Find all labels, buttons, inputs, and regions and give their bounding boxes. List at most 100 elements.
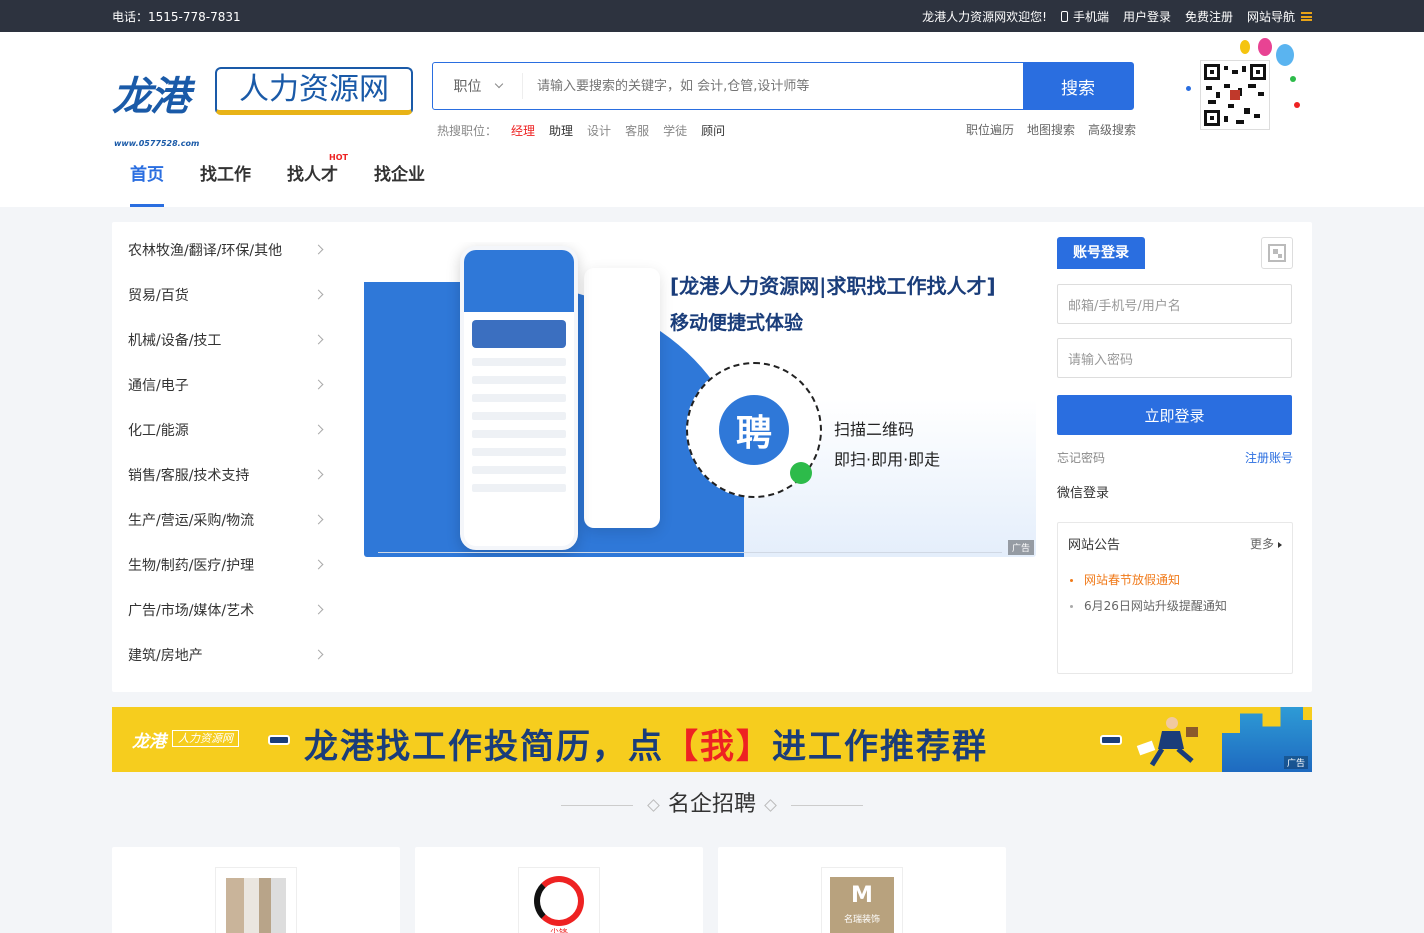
- logo-mark: 龙港: [112, 74, 190, 120]
- chevron-right-icon: [313, 604, 324, 615]
- account-login-tab[interactable]: 账号登录: [1057, 237, 1145, 269]
- chevron-right-icon: [313, 424, 324, 435]
- category-item[interactable]: 建筑/房地产: [128, 632, 328, 677]
- company-logo[interactable]: 尖锋: [518, 867, 600, 933]
- promo-text: 龙港找工作投简历，点【我】进工作推荐群: [304, 719, 988, 768]
- mobile-label: 手机端: [1072, 9, 1109, 24]
- banner-title: [龙港人力资源网|求职找工作找人才]: [670, 274, 996, 298]
- login-button[interactable]: 立即登录: [1057, 395, 1292, 435]
- register-account-link[interactable]: 注册账号: [1245, 449, 1293, 466]
- company-logo-text: 名瑞装饰: [843, 915, 880, 925]
- user-login-link[interactable]: 用户登录: [1123, 8, 1171, 25]
- category-item[interactable]: 农林牧渔/翻译/环保/其他: [128, 227, 328, 272]
- category-item[interactable]: 生产/营运/采购/物流: [128, 497, 328, 542]
- hero-banner[interactable]: [龙港人力资源网|求职找工作找人才] 移动便捷式体验 聘 扫描二维码 即扫·即用…: [364, 242, 1036, 557]
- login-meta: 忘记密码 注册账号: [1057, 449, 1293, 466]
- category-label: 销售/客服/技术支持: [128, 467, 250, 484]
- notice-more-link[interactable]: 更多: [1250, 535, 1282, 552]
- free-register-link[interactable]: 免费注册: [1185, 8, 1233, 25]
- advanced-search-link[interactable]: 高级搜索: [1088, 121, 1136, 138]
- category-item[interactable]: 化工/能源: [128, 407, 328, 452]
- mobile-phone-icon: [1060, 10, 1068, 22]
- promo-text-a: 龙港找工作投简历，点: [304, 727, 664, 767]
- search-type-select[interactable]: 职位: [433, 73, 523, 99]
- notice-item[interactable]: 6月26日网站升级提醒通知: [1058, 598, 1292, 615]
- search-button[interactable]: 搜索: [1023, 63, 1133, 109]
- wechat-login-link[interactable]: 微信登录: [1057, 482, 1293, 501]
- category-item[interactable]: 机械/设备/技工: [128, 317, 328, 362]
- search-type-value: 职位: [453, 79, 482, 95]
- company-card[interactable]: [112, 847, 400, 933]
- running-businessman-icon: [1136, 717, 1198, 767]
- hot-item[interactable]: 助理: [549, 122, 573, 139]
- company-card[interactable]: M 名瑞装饰: [718, 847, 1006, 933]
- promo-dash-left: [268, 735, 290, 745]
- notice-item[interactable]: 网站春节放假通知: [1058, 572, 1292, 589]
- main-nav: 首页 找工作 找人才 HOT 找企业: [130, 153, 425, 207]
- qr-code-icon: [1268, 244, 1286, 262]
- hot-badge: HOT: [329, 153, 348, 162]
- diamond-icon: [764, 798, 777, 812]
- nav-home[interactable]: 首页: [130, 160, 164, 207]
- category-item[interactable]: 生物/制药/医疗/护理: [128, 542, 328, 587]
- top-bar: 电话：1515-778-7831 龙港人力资源网欢迎您! 手机端 用户登录 免费…: [0, 0, 1424, 32]
- logo-url: www.0577528.com: [114, 139, 200, 148]
- company-card[interactable]: 尖锋: [415, 847, 703, 933]
- search-input[interactable]: [523, 63, 1023, 109]
- login-box: 账号登录 邮箱/手机号/用户名 请输入密码 立即登录 忘记密码 注册账号 微信登…: [1057, 237, 1293, 501]
- forgot-password-link[interactable]: 忘记密码: [1057, 449, 1105, 466]
- nav-find-company[interactable]: 找企业: [374, 160, 425, 207]
- hot-item[interactable]: 学徒: [663, 122, 687, 139]
- search-bar: 职位 搜索: [432, 62, 1134, 110]
- company-logo[interactable]: [215, 867, 297, 933]
- company-logo-text: 尖锋: [550, 926, 568, 933]
- hot-item[interactable]: 客服: [625, 122, 649, 139]
- category-label: 农林牧渔/翻译/环保/其他: [128, 242, 283, 259]
- category-label: 建筑/房地产: [128, 647, 203, 664]
- chevron-right-icon: [313, 334, 324, 345]
- banner-scan-text: 扫描二维码: [834, 420, 915, 439]
- hot-item[interactable]: 顾问: [701, 122, 725, 139]
- qr-login-toggle[interactable]: [1261, 237, 1293, 269]
- notice-more-label: 更多: [1249, 536, 1274, 551]
- nav-find-talent[interactable]: 找人才 HOT: [287, 153, 348, 207]
- hot-searches: 热搜职位： 经理 助理 设计 客服 学徒 顾问: [437, 122, 725, 139]
- promo-text-me: 【我】: [664, 727, 772, 767]
- mini-program-qr: 聘: [686, 362, 822, 498]
- category-label: 通信/电子: [128, 377, 189, 394]
- wechat-mini-program-icon: [790, 462, 812, 484]
- site-logo[interactable]: 龙港 人力资源网 www.0577528.com: [112, 64, 413, 154]
- chevron-right-icon: [313, 289, 324, 300]
- m-logo-icon: M 名瑞装饰: [830, 877, 894, 933]
- promo-logo-wordmark: 人力资源网: [172, 730, 239, 747]
- category-item[interactable]: 广告/市场/媒体/艺术: [128, 587, 328, 632]
- company-cards: 尖锋 M 名瑞装饰: [112, 847, 1006, 933]
- chevron-right-icon: [313, 244, 324, 255]
- phone-mockup-back: [584, 268, 660, 528]
- company-logo[interactable]: M 名瑞装饰: [821, 867, 903, 933]
- promo-banner[interactable]: 龙港 人力资源网 龙港找工作投简历，点【我】进工作推荐群 广告: [112, 707, 1312, 772]
- category-item[interactable]: 贸易/百货: [128, 272, 328, 317]
- mobile-link[interactable]: 手机端: [1060, 8, 1109, 25]
- qr-code-icon: [1204, 64, 1266, 126]
- category-item[interactable]: 销售/客服/技术支持: [128, 452, 328, 497]
- hot-item[interactable]: 设计: [587, 122, 611, 139]
- category-label: 贸易/百货: [128, 287, 189, 304]
- chevron-right-icon: [313, 469, 324, 480]
- password-input[interactable]: 请输入密码: [1057, 338, 1292, 378]
- category-label: 生产/营运/采购/物流: [128, 512, 255, 529]
- site-nav-link[interactable]: 网站导航: [1247, 8, 1312, 25]
- phone-mockup: [460, 246, 578, 550]
- chevron-right-icon: [313, 559, 324, 570]
- category-item[interactable]: 通信/电子: [128, 362, 328, 407]
- chevron-down-icon: [494, 79, 503, 89]
- hot-item[interactable]: 经理: [511, 122, 535, 139]
- promo-dash-right: [1100, 735, 1122, 745]
- map-search-link[interactable]: 地图搜索: [1027, 121, 1075, 138]
- ad-badge: 广告: [1283, 756, 1308, 769]
- job-browse-link[interactable]: 职位遍历: [966, 121, 1014, 138]
- warehouse-photo: [226, 878, 286, 933]
- category-label: 化工/能源: [128, 422, 189, 439]
- username-input[interactable]: 邮箱/手机号/用户名: [1057, 284, 1292, 324]
- nav-find-job[interactable]: 找工作: [200, 160, 251, 207]
